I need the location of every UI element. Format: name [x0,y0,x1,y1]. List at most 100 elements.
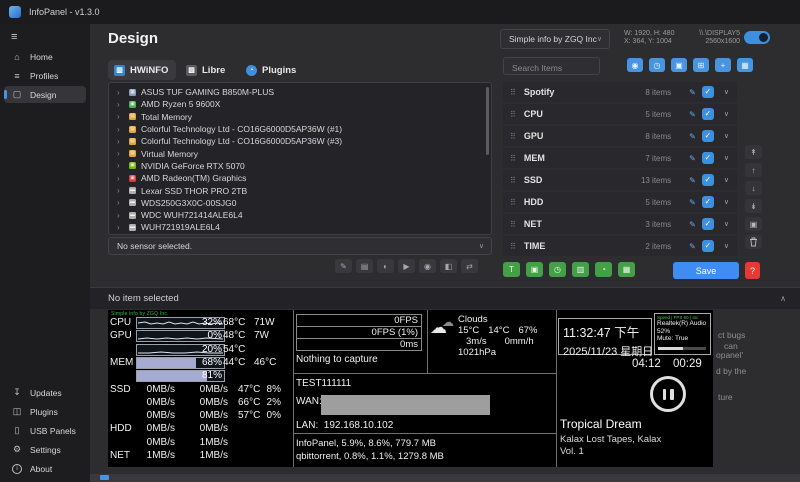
drag-handle-icon[interactable]: ⠿ [510,242,516,251]
tree-item[interactable]: ›▬WDS250G3X0C-00SJG0 [117,197,491,209]
group-visible-checkbox[interactable]: ✓ [702,218,714,230]
add-gauge-button[interactable]: ◔ [595,262,612,277]
sidebar-item-plugins[interactable]: ◫Plugins [4,403,86,420]
group-expand-chevron-icon[interactable]: ∨ [724,220,729,228]
lock-button[interactable]: ▦ [737,58,753,72]
group-expand-chevron-icon[interactable]: ∨ [724,88,729,96]
tree-item[interactable]: ›▬WDC WUH721414ALE6L4 [117,209,491,221]
help-button[interactable]: ? [745,262,760,279]
tree-item[interactable]: ›▬WUH721919ALE6L4 [117,221,491,233]
tab-plugins[interactable]: ◔ Plugins [240,60,306,80]
edit-group-icon[interactable]: ✎ [689,242,696,251]
move-top-button[interactable]: ↟ [745,145,762,159]
group-expand-chevron-icon[interactable]: ∨ [724,154,729,162]
group-visible-checkbox[interactable]: ✓ [702,86,714,98]
edit-group-icon[interactable]: ✎ [689,88,696,97]
panels-button[interactable]: ◉ [627,58,643,72]
sidebar-item-usb-panels[interactable]: ▯USB Panels [4,422,86,439]
tool-swatch-button[interactable]: ◧ [440,259,457,273]
tree-scrollbar[interactable] [486,87,489,155]
history-button[interactable]: ◷ [649,58,665,72]
group-row-hdd[interactable]: ⠿HDD5 items✎✓∨ [503,192,737,212]
sidebar-item-home[interactable]: ⌂Home [4,48,86,65]
edit-group-icon[interactable]: ✎ [689,154,696,163]
expand-chevron-icon[interactable]: › [117,100,125,109]
collapse-chevron-icon[interactable]: ∧ [780,294,786,303]
group-row-time[interactable]: ⠿TIME2 items✎✓∨ [503,236,737,256]
layers-button[interactable]: ▣ [671,58,687,72]
drag-handle-icon[interactable]: ⠿ [510,88,516,97]
sidebar-item-about[interactable]: iAbout [4,460,86,477]
group-row-net[interactable]: ⠿NET3 items✎✓∨ [503,214,737,234]
add-text-button[interactable]: T [503,262,520,277]
drag-handle-icon[interactable]: ⠿ [510,198,516,207]
group-visible-checkbox[interactable]: ✓ [702,174,714,186]
position-button[interactable]: + [715,58,731,72]
expand-chevron-icon[interactable]: › [117,125,125,134]
group-row-mem[interactable]: ⠿MEM7 items✎✓∨ [503,148,737,168]
tool-swap-button[interactable]: ⇄ [461,259,478,273]
sidebar-item-updates[interactable]: ↧Updates [4,384,86,401]
drag-handle-icon[interactable]: ⠿ [510,220,516,229]
group-expand-chevron-icon[interactable]: ∨ [724,242,729,250]
drag-handle-icon[interactable]: ⠿ [510,154,516,163]
tree-item[interactable]: ›▤Total Memory [117,111,491,123]
group-row-gpu[interactable]: ⠿GPU8 items✎✓∨ [503,126,737,146]
save-button[interactable]: Save [673,262,739,279]
group-visible-checkbox[interactable]: ✓ [702,108,714,120]
edit-group-icon[interactable]: ✎ [689,198,696,207]
drag-handle-icon[interactable]: ⠿ [510,132,516,141]
pause-button[interactable] [650,376,686,412]
drag-handle-icon[interactable]: ⠿ [510,110,516,119]
edit-group-icon[interactable]: ✎ [689,110,696,119]
tool-bulb-button[interactable]: ◉ [419,259,436,273]
group-expand-chevron-icon[interactable]: ∨ [724,176,729,184]
tree-item[interactable]: ›▤Colorful Technology Ltd - CO16G6000D5A… [117,135,491,147]
tab-hwinfo[interactable]: ▥ HWiNFO [108,60,176,80]
display-toggle[interactable] [744,31,770,44]
tree-item[interactable]: ›▣AMD Ryzen 5 9600X [117,98,491,110]
tool-roller-button[interactable]: ▤ [356,259,373,273]
group-row-ssd[interactable]: ⠿SSD13 items✎✓∨ [503,170,737,190]
sidebar-item-settings[interactable]: ⚙Settings [4,441,86,458]
expand-chevron-icon[interactable]: › [117,186,125,195]
move-down-button[interactable]: ↓ [745,181,762,195]
profile-select[interactable]: Simple info by ZGQ Inc. ∨ [500,29,610,49]
hamburger-menu-icon[interactable]: ≡ [11,31,17,43]
add-panel-button[interactable]: ⊞ [693,58,709,72]
expand-chevron-icon[interactable]: › [117,211,125,220]
add-chart-button[interactable]: ▥ [572,262,589,277]
group-visible-checkbox[interactable]: ✓ [702,130,714,142]
search-input[interactable] [504,60,599,76]
tab-libre[interactable]: ▨ Libre [180,60,236,80]
move-up-button[interactable]: ↑ [745,163,762,177]
group-expand-chevron-icon[interactable]: ∨ [724,198,729,206]
expand-chevron-icon[interactable]: › [117,112,125,121]
sidebar-item-profiles[interactable]: ≡Profiles [4,67,86,84]
tree-item[interactable]: ›▤Colorful Technology Ltd - CO16G6000D5A… [117,123,491,135]
group-row-cpu[interactable]: ⠿CPU5 items✎✓∨ [503,104,737,124]
group-expand-chevron-icon[interactable]: ∨ [724,132,729,140]
move-bottom-button[interactable]: ↡ [745,199,762,213]
add-image-button[interactable]: ▣ [526,262,543,277]
expand-chevron-icon[interactable]: › [117,137,125,146]
group-visible-checkbox[interactable]: ✓ [702,196,714,208]
tool-palette-button[interactable]: ◐ [377,259,394,273]
delete-button[interactable] [745,235,762,249]
tool-pencil-button[interactable]: ✎ [335,259,352,273]
group-row-spotify[interactable]: ⠿Spotify8 items✎✓∨ [503,82,737,102]
sensor-select[interactable]: No sensor selected. ∨ [108,237,492,255]
add-clock-button[interactable]: ◷ [549,262,566,277]
tree-item[interactable]: ›▦ASUS TUF GAMING B850M-PLUS [117,86,491,98]
edit-group-icon[interactable]: ✎ [689,220,696,229]
tree-item[interactable]: ›▣NVIDIA GeForce RTX 5070 [117,160,491,172]
expand-chevron-icon[interactable]: › [117,88,125,97]
group-visible-checkbox[interactable]: ✓ [702,240,714,252]
group-expand-chevron-icon[interactable]: ∨ [724,110,729,118]
duplicate-button[interactable]: ▣ [745,217,762,231]
expand-chevron-icon[interactable]: › [117,223,125,232]
expand-chevron-icon[interactable]: › [117,161,125,170]
tree-item[interactable]: ›▬Lexar SSD THOR PRO 2TB [117,184,491,196]
tool-cursor-button[interactable]: ▶ [398,259,415,273]
edit-group-icon[interactable]: ✎ [689,176,696,185]
